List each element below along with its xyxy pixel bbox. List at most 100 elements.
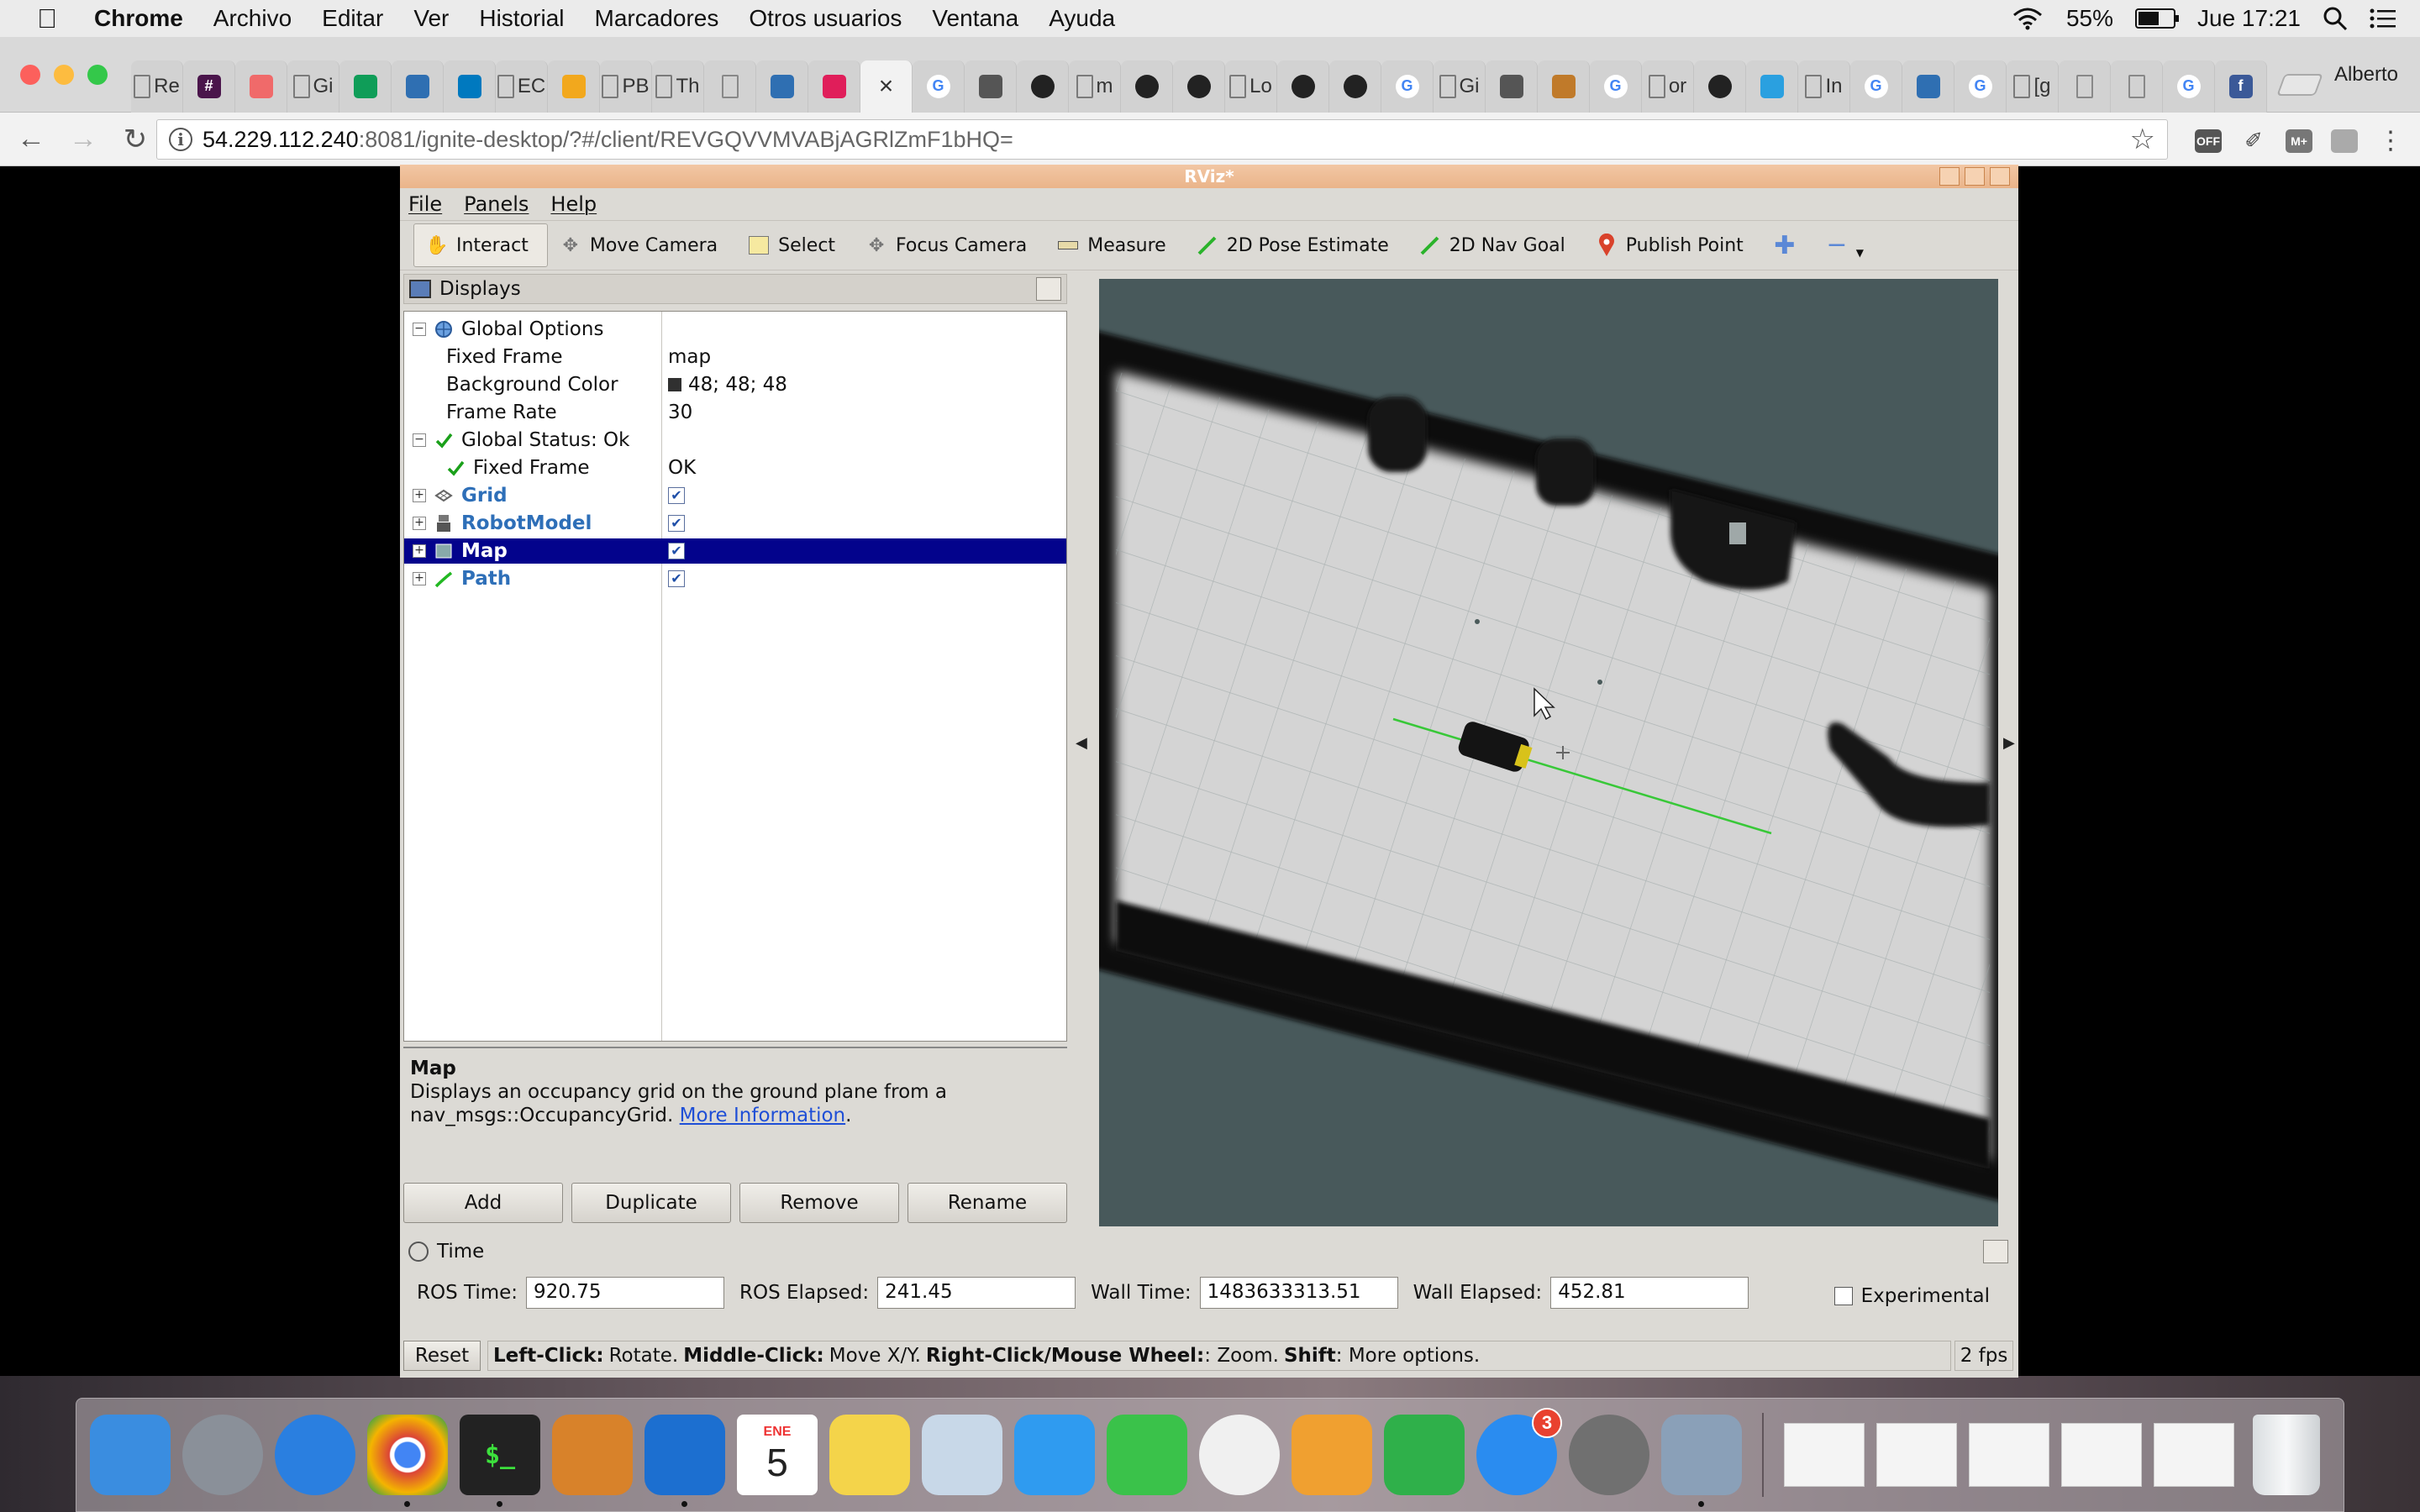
row-value-cell[interactable]: ✔ [668, 487, 685, 504]
browser-tab[interactable]: Gi [287, 60, 339, 113]
menu-ventana[interactable]: Ventana [917, 5, 1034, 32]
row-value-cell[interactable]: OK [668, 457, 696, 479]
new-tab-button[interactable] [2276, 73, 2323, 96]
browser-tab[interactable] [1486, 60, 1538, 113]
expand-icon[interactable]: + [413, 489, 426, 502]
trash-icon[interactable] [2253, 1415, 2320, 1495]
expand-icon[interactable]: + [413, 517, 426, 530]
row-value-cell[interactable]: 30 [668, 402, 692, 423]
notification-center-icon[interactable] [2370, 8, 2396, 29]
duplicate-display-button[interactable]: Duplicate [571, 1183, 731, 1223]
tab-active[interactable]: × [860, 60, 913, 113]
tab-close-icon[interactable]: × [879, 72, 894, 101]
site-info-icon[interactable]: i [169, 128, 192, 151]
menu-historial[interactable]: Historial [464, 5, 579, 32]
app-store-icon[interactable]: 3 [1476, 1408, 1562, 1495]
menu-archivo[interactable]: Archivo [198, 5, 307, 32]
menu-otros-usuarios[interactable]: Otros usuarios [734, 5, 917, 32]
notes-icon[interactable] [829, 1415, 910, 1495]
rviz-menu-file[interactable]: File [408, 192, 442, 216]
display-row-background-color[interactable]: Background Color 48; 48; 48 [404, 372, 1066, 397]
rename-display-button[interactable]: Rename [908, 1183, 1067, 1223]
browser-tab[interactable] [1538, 60, 1590, 113]
tool-publish-point[interactable]: Publish Point [1584, 223, 1762, 267]
browser-tab[interactable]: Re [131, 60, 183, 113]
battery-icon[interactable] [2135, 8, 2179, 29]
remove-tool-button[interactable]: ─ ▼ [1814, 223, 1882, 267]
display-row-map[interactable]: + Map ✔ [404, 538, 1066, 564]
extension-mplus-icon[interactable]: M+ [2286, 129, 2312, 153]
back-button[interactable]: ← [10, 123, 52, 155]
display-row-grid[interactable]: + Grid ✔ [404, 483, 1066, 508]
browser-tab[interactable]: Th [652, 60, 704, 113]
dock-window-thumbnail[interactable] [2154, 1423, 2234, 1487]
menu-editar[interactable]: Editar [307, 5, 398, 32]
expand-icon[interactable]: + [413, 572, 426, 585]
wifi-icon[interactable] [2011, 7, 2044, 30]
launchpad-icon[interactable] [182, 1415, 263, 1495]
menu-marcadores[interactable]: Marcadores [580, 5, 734, 32]
display-row-path[interactable]: + Path ✔ [404, 566, 1066, 591]
rviz-titlebar[interactable]: RViz* [400, 165, 2018, 188]
display-row-robotmodel[interactable]: + RobotModel ✔ [404, 511, 1066, 536]
enabled-checkbox[interactable]: ✔ [668, 515, 685, 532]
browser-tab[interactable] [2059, 60, 2111, 113]
browser-tab[interactable] [235, 60, 287, 113]
forward-button[interactable]: → [62, 123, 104, 155]
ros-time-field[interactable]: 920.75 [526, 1277, 725, 1309]
photos-icon[interactable] [1199, 1415, 1280, 1495]
add-display-button[interactable]: Add [403, 1183, 563, 1223]
rviz-menu-help[interactable]: Help [550, 192, 597, 216]
terminal-icon[interactable]: $_ [460, 1415, 540, 1507]
ros-elapsed-field[interactable]: 241.45 [877, 1277, 1076, 1309]
3d-render-viewport[interactable] [1099, 279, 1998, 1226]
display-row-frame-rate[interactable]: Frame Rate 30 [404, 400, 1066, 425]
facetime-icon[interactable] [1107, 1415, 1187, 1495]
collapse-icon[interactable]: − [413, 323, 426, 336]
wall-elapsed-field[interactable]: 452.81 [1550, 1277, 1749, 1309]
profile-button[interactable]: Alberto [2334, 63, 2420, 87]
browser-tab[interactable] [1121, 60, 1173, 113]
browser-tab[interactable] [2111, 60, 2163, 113]
experimental-checkbox[interactable]: Experimental [1833, 1285, 1990, 1307]
numbers-icon[interactable] [1384, 1415, 1465, 1495]
tool-2d-nav-goal[interactable]: 2D Nav Goal [1407, 223, 1584, 267]
browser-tab[interactable] [965, 60, 1017, 113]
collapse-right-arrow-icon[interactable]: ▶ [2003, 734, 2015, 752]
apple-menu-icon[interactable]:  [0, 3, 94, 34]
row-value-cell[interactable]: ✔ [668, 570, 685, 587]
rviz-menu-panels[interactable]: Panels [464, 192, 529, 216]
rviz-close-button[interactable] [1990, 167, 2010, 186]
browser-tab[interactable]: G [1590, 60, 1642, 113]
extension-cast-icon[interactable] [2331, 129, 2358, 153]
browser-tab[interactable]: In [1798, 60, 1850, 113]
undock-panel-button[interactable] [1036, 277, 1061, 301]
system-preferences-icon[interactable] [1569, 1415, 1649, 1495]
rviz-minimize-button[interactable] [1939, 167, 1960, 186]
row-value-cell[interactable]: ✔ [668, 543, 685, 559]
sequel-icon[interactable] [552, 1415, 633, 1495]
browser-tab[interactable]: [g [2007, 60, 2059, 113]
browser-tab[interactable] [1277, 60, 1329, 113]
browser-tab[interactable]: Gi [1434, 60, 1486, 113]
collapse-left-arrow-icon[interactable]: ◀ [1076, 734, 1087, 752]
pages-icon[interactable] [1292, 1415, 1372, 1495]
dock-window-thumbnail[interactable] [1969, 1423, 2049, 1487]
right-dock-splitter[interactable]: ▶ [2002, 274, 2018, 1226]
browser-tab[interactable] [1902, 60, 1954, 113]
browser-tab[interactable] [756, 60, 808, 113]
tool-select[interactable]: Select [736, 223, 854, 267]
preview-icon[interactable] [922, 1415, 1002, 1495]
browser-tab[interactable] [1329, 60, 1381, 113]
tool-measure[interactable]: Measure [1045, 223, 1185, 267]
browser-tab[interactable]: G [2163, 60, 2215, 113]
browser-tab[interactable]: or [1642, 60, 1694, 113]
enabled-checkbox[interactable]: ✔ [668, 487, 685, 504]
reset-button[interactable]: Reset [403, 1341, 481, 1371]
dock-window-thumbnail[interactable] [1784, 1423, 1865, 1487]
calendar-icon[interactable]: ENE 5 [737, 1415, 818, 1495]
browser-tab[interactable]: f [2215, 60, 2267, 113]
browser-tab[interactable]: G [1954, 60, 2007, 113]
spotlight-search-icon[interactable] [2323, 6, 2348, 31]
finder-icon[interactable] [90, 1415, 171, 1495]
